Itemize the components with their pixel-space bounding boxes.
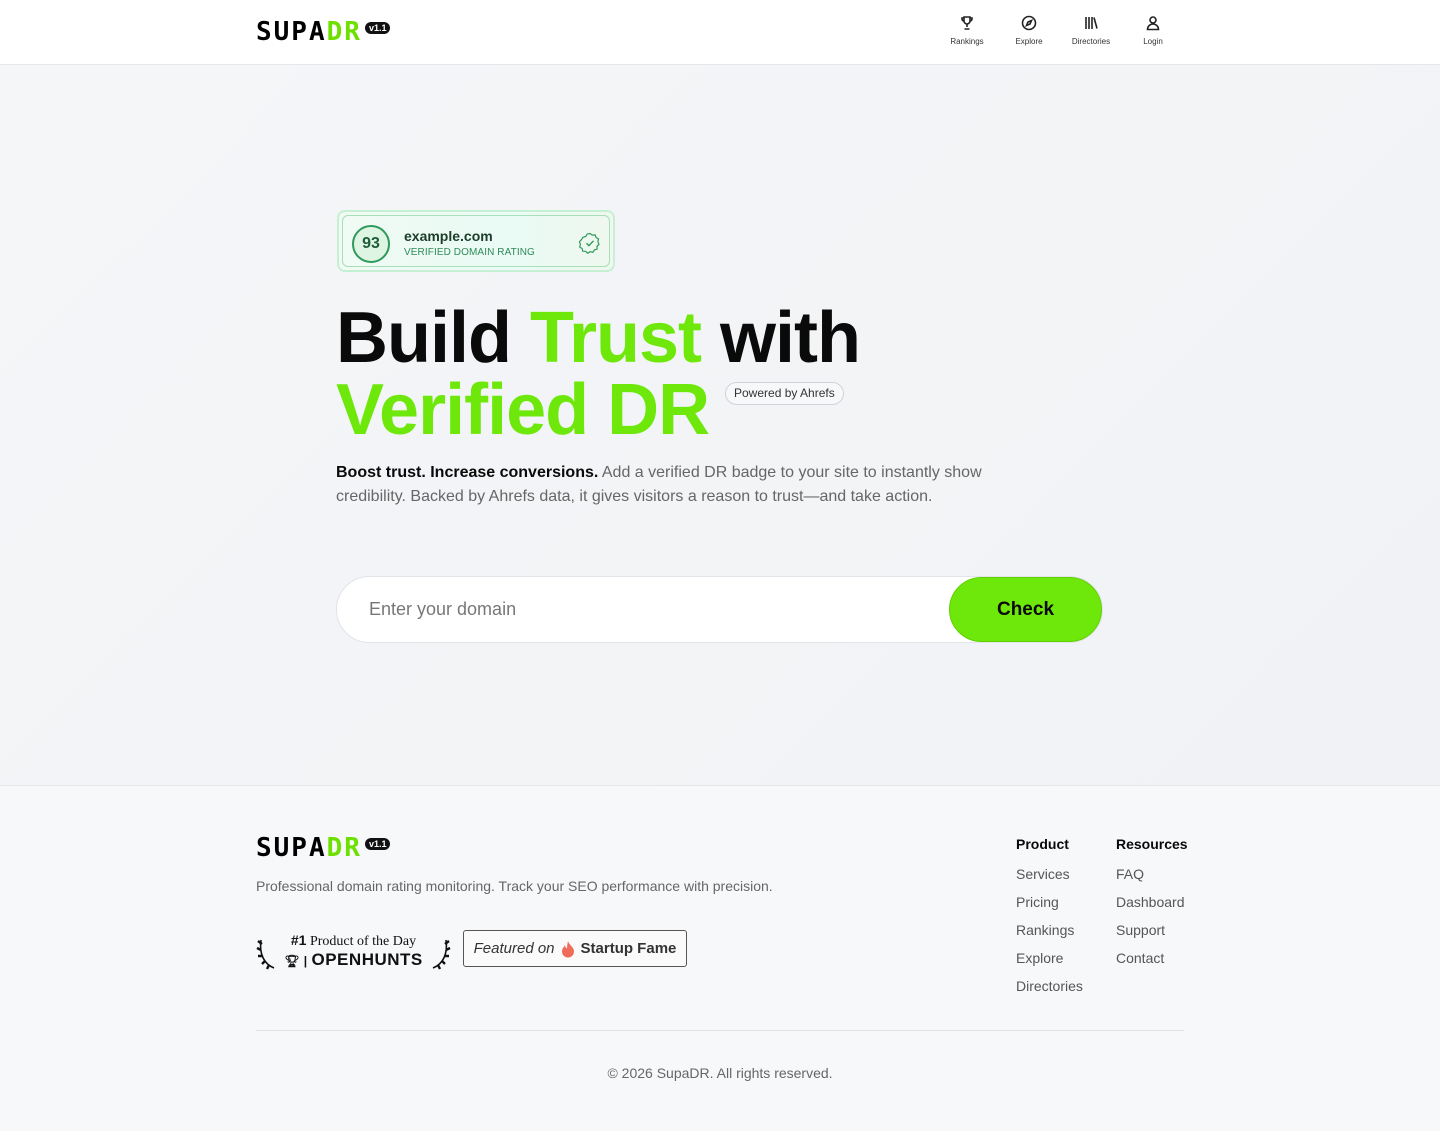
footer-link-faq[interactable]: FAQ bbox=[1116, 866, 1188, 882]
headline-with: with bbox=[701, 298, 861, 378]
nav-directories[interactable]: Directories bbox=[1060, 15, 1122, 46]
footer-link-explore[interactable]: Explore bbox=[1016, 950, 1083, 966]
footer-logo-supa: SUPA bbox=[256, 833, 327, 863]
logo-dr: DR bbox=[326, 17, 362, 47]
footer-link-services[interactable]: Services bbox=[1016, 866, 1083, 882]
domain-search-form: Check bbox=[336, 576, 1103, 643]
check-button[interactable]: Check bbox=[949, 577, 1102, 642]
trophy-small-icon: 🏆︎ | bbox=[284, 953, 312, 968]
nav-explore-label: Explore bbox=[1015, 37, 1043, 46]
dr-score: 93 bbox=[352, 225, 390, 263]
footer-link-dashboard[interactable]: Dashboard bbox=[1116, 894, 1188, 910]
nav-directories-label: Directories bbox=[1071, 37, 1111, 46]
badge-domain: example.com bbox=[404, 228, 493, 244]
startup-fame-badge[interactable]: Featured on Startup Fame bbox=[463, 930, 687, 967]
footer-divider bbox=[256, 1030, 1184, 1031]
openhunts-hunts: HUNTS bbox=[361, 949, 423, 969]
library-icon bbox=[1085, 17, 1098, 29]
footer-link-contact[interactable]: Contact bbox=[1116, 950, 1188, 966]
version-badge: v1.1 bbox=[364, 22, 391, 34]
footer-version-badge: v1.1 bbox=[364, 838, 391, 850]
headline-build: Build bbox=[336, 298, 530, 378]
laurel-right-icon bbox=[432, 939, 451, 970]
footer-description: Professional domain rating monitoring. T… bbox=[256, 878, 773, 894]
trophy-icon bbox=[961, 16, 973, 30]
openhunts-wordmark: 🏆︎ | OPENHUNTS bbox=[284, 949, 423, 970]
logo[interactable]: SUPA DR v1.1 bbox=[256, 17, 391, 47]
hero-section: 93 example.com VERIFIED DOMAIN RATING Bu… bbox=[0, 65, 1440, 786]
openhunts-rank: #1 bbox=[290, 931, 307, 948]
openhunts-product-label: Product of the Day bbox=[309, 933, 417, 949]
footer: SUPA DR v1.1 Professional domain rating mo… bbox=[0, 786, 1440, 1131]
main-nav: Rankings Explore Directories Login bbox=[936, 15, 1184, 46]
product-heading: Product bbox=[1016, 836, 1069, 852]
badge-subtitle: VERIFIED DOMAIN RATING bbox=[404, 247, 535, 258]
nav-rankings[interactable]: Rankings bbox=[936, 15, 998, 46]
footer-link-rankings[interactable]: Rankings bbox=[1016, 922, 1083, 938]
domain-input[interactable] bbox=[369, 577, 929, 642]
startup-fame-featured: Featured on bbox=[473, 940, 555, 957]
footer-logo[interactable]: SUPA DR v1.1 bbox=[256, 833, 391, 863]
footer-resources-column: Resources FAQ Dashboard Support Contact bbox=[1116, 836, 1188, 978]
headline-trust: Trust bbox=[529, 298, 702, 378]
footer-logo-dr: DR bbox=[326, 833, 362, 863]
openhunts-badge[interactable]: #1 Product of the Day 🏆︎ | OPENHUNTS bbox=[256, 930, 451, 970]
nav-rankings-label: Rankings bbox=[950, 37, 984, 46]
top-header: SUPA DR v1.1 Rankings Explore Directories … bbox=[0, 0, 1440, 65]
verified-check-icon bbox=[579, 232, 600, 254]
compass-icon bbox=[1021, 15, 1037, 31]
openhunts-title: #1 Product of the Day bbox=[284, 931, 423, 951]
headline-line-1: Build Trust with bbox=[336, 302, 861, 374]
badge-inner: 93 example.com VERIFIED DOMAIN RATING bbox=[342, 215, 610, 267]
hero-headline: Build Trust with Verified DR bbox=[336, 302, 861, 446]
lead-bold: Boost trust. Increase conversions. bbox=[336, 464, 599, 481]
footer-link-pricing[interactable]: Pricing bbox=[1016, 894, 1083, 910]
footer-link-support[interactable]: Support bbox=[1116, 922, 1188, 938]
openhunts-open: OPEN bbox=[311, 949, 362, 969]
verified-dr-badge: 93 example.com VERIFIED DOMAIN RATING bbox=[337, 210, 615, 272]
powered-by-ahrefs-pill: Powered by Ahrefs bbox=[725, 382, 844, 405]
user-icon bbox=[1146, 16, 1160, 31]
flame-icon bbox=[561, 940, 574, 957]
hero-description: Boost trust. Increase conversions. Add a… bbox=[336, 461, 996, 509]
nav-login[interactable]: Login bbox=[1122, 15, 1184, 46]
copyright: © 2026 SupaDR. All rights reserved. bbox=[607, 1065, 833, 1081]
nav-login-label: Login bbox=[1143, 37, 1163, 46]
nav-explore[interactable]: Explore bbox=[998, 15, 1060, 46]
resources-heading: Resources bbox=[1116, 836, 1188, 852]
footer-link-directories[interactable]: Directories bbox=[1016, 978, 1083, 994]
startup-fame-name: Startup Fame bbox=[580, 940, 677, 957]
footer-product-column: Product Services Pricing Rankings Explor… bbox=[1016, 836, 1083, 1006]
logo-supa: SUPA bbox=[256, 17, 327, 47]
laurel-left-icon bbox=[256, 939, 275, 970]
openhunts-text: #1 Product of the Day 🏆︎ | OPENHUNTS bbox=[284, 931, 423, 970]
